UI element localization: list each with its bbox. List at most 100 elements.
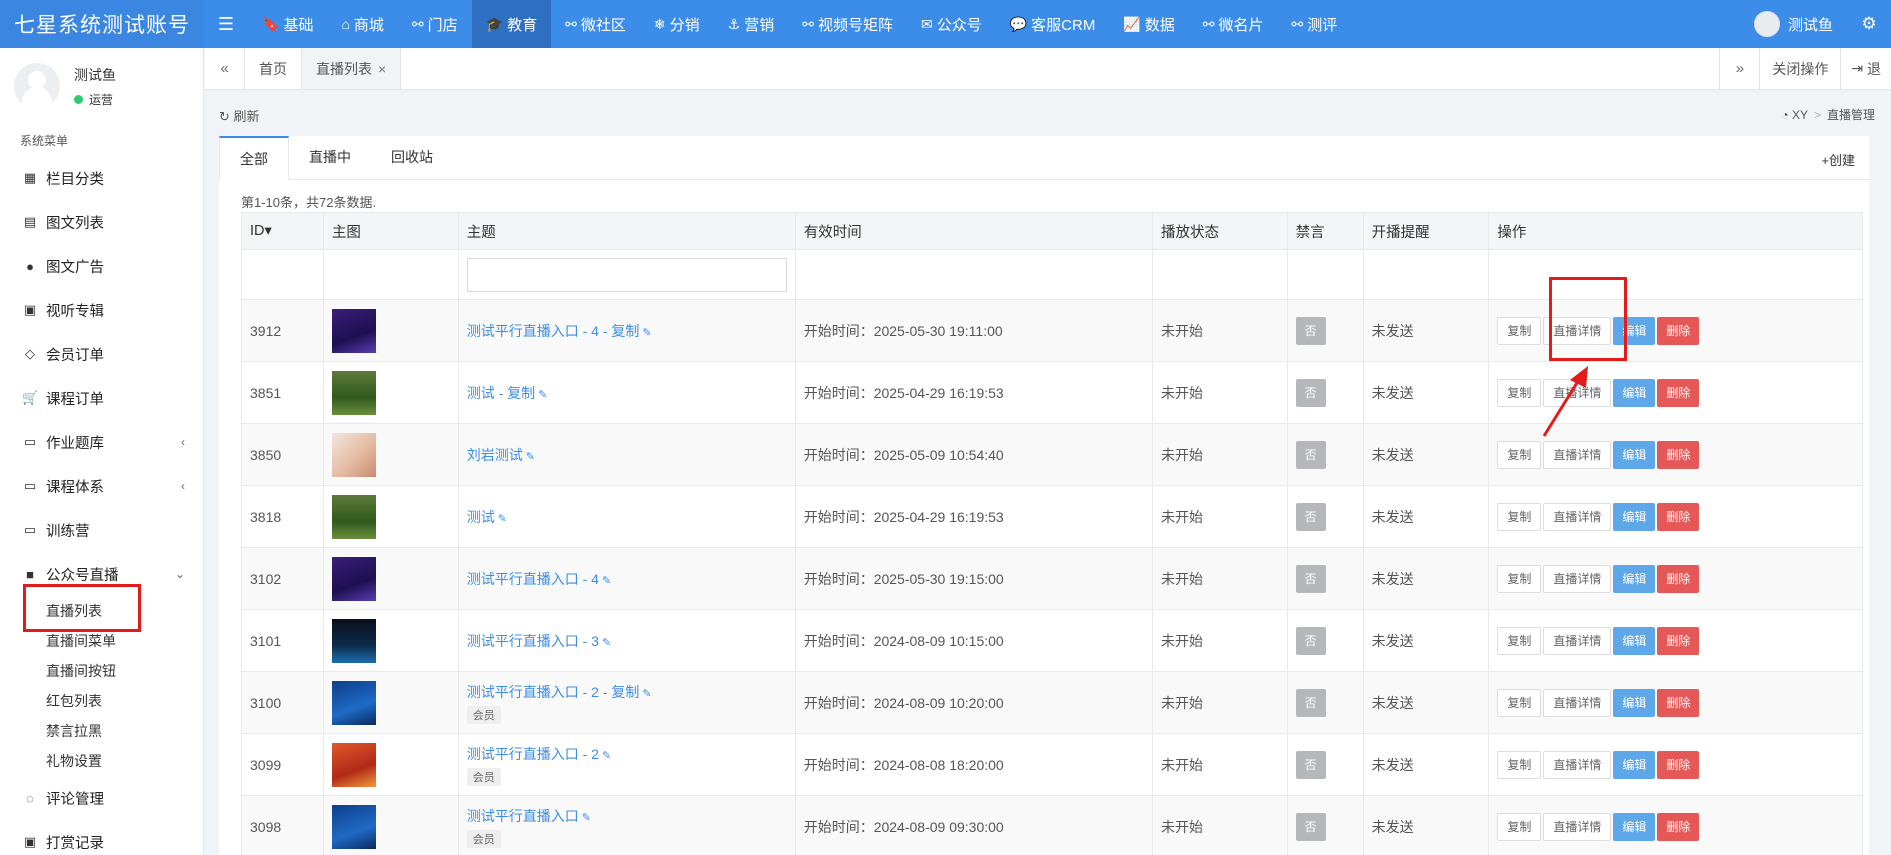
delete-button[interactable]: 删除 [1657, 502, 1700, 531]
row-thumbnail[interactable] [331, 494, 376, 539]
live-detail-button[interactable]: 直播详情 [1543, 626, 1612, 655]
delete-button[interactable]: 删除 [1657, 750, 1700, 779]
submenu-item-2[interactable]: 直播间按钮 [0, 656, 203, 686]
copy-button[interactable]: 复制 [1497, 440, 1542, 469]
delete-button[interactable]: 删除 [1657, 564, 1700, 593]
edit-button[interactable]: 编辑 [1613, 626, 1656, 655]
nav-item-0[interactable]: 🔖 基础 [248, 0, 327, 48]
nav-item-8[interactable]: ✉ 公众号 [907, 0, 996, 48]
tab-live-list[interactable]: 直播列表 × [302, 48, 402, 89]
row-thumbnail[interactable] [331, 804, 376, 849]
edit-button[interactable]: 编辑 [1613, 564, 1656, 593]
delete-button[interactable]: 删除 [1657, 812, 1700, 841]
nav-item-10[interactable]: 📈 数据 [1109, 0, 1188, 48]
edit-icon[interactable]: ✎ [642, 688, 651, 700]
topic-link[interactable]: 刘岩测试 [467, 447, 523, 463]
edit-icon[interactable]: ✎ [642, 327, 651, 339]
edit-button[interactable]: 编辑 [1613, 688, 1656, 717]
col-id[interactable]: ID▾ [241, 212, 324, 250]
topic-link[interactable]: 测试平行直播入口 - 3 [467, 633, 599, 649]
ban-toggle[interactable]: 否 [1295, 564, 1326, 593]
sidebar-item-8[interactable]: ▭ 训练营 [0, 508, 203, 552]
menu-icon[interactable]: ☰ [204, 0, 248, 48]
topic-link[interactable]: 测试 - 复制 [467, 385, 535, 401]
nav-item-11[interactable]: ⚯ 微名片 [1189, 0, 1278, 48]
edit-button[interactable]: 编辑 [1613, 378, 1656, 407]
edit-icon[interactable]: ✎ [538, 389, 547, 401]
row-thumbnail[interactable] [331, 308, 376, 353]
copy-button[interactable]: 复制 [1497, 750, 1542, 779]
topic-link[interactable]: 测试平行直播入口 - 4 [467, 571, 599, 587]
copy-button[interactable]: 复制 [1497, 812, 1542, 841]
edit-button[interactable]: 编辑 [1613, 502, 1656, 531]
tab-live[interactable]: 直播中 [289, 135, 371, 179]
topic-link[interactable]: 测试平行直播入口 [467, 808, 579, 824]
sidebar-item-1[interactable]: ▤ 图文列表 [0, 200, 203, 244]
live-detail-button[interactable]: 直播详情 [1543, 812, 1612, 841]
edit-button[interactable]: 编辑 [1613, 316, 1656, 345]
nav-item-1[interactable]: ⌂ 商城 [327, 0, 397, 48]
gears-icon[interactable]: ⚙ [1847, 14, 1891, 34]
nav-item-6[interactable]: ⚓ 营销 [714, 0, 789, 48]
delete-button[interactable]: 删除 [1657, 440, 1700, 469]
delete-button[interactable]: 删除 [1657, 688, 1700, 717]
sidebar-item-3[interactable]: ▣ 视听专辑 [0, 288, 203, 332]
nav-item-9[interactable]: 💬 客服CRM [996, 0, 1110, 48]
tab-recycle[interactable]: 回收站 [371, 135, 453, 179]
edit-icon[interactable]: ✎ [582, 812, 591, 824]
edit-button[interactable]: 编辑 [1613, 812, 1656, 841]
edit-icon[interactable]: ✎ [602, 750, 611, 762]
sidebar-bottom-item-1[interactable]: ▣ 打赏记录 [0, 820, 203, 855]
nav-item-4[interactable]: ⚯ 微社区 [551, 0, 640, 48]
copy-button[interactable]: 复制 [1497, 378, 1542, 407]
row-thumbnail[interactable] [331, 370, 376, 415]
exit-button[interactable]: ⇥ 退 [1840, 48, 1891, 89]
breadcrumb-root[interactable]: XY [1792, 108, 1808, 122]
edit-button[interactable]: 编辑 [1613, 750, 1656, 779]
nav-item-3[interactable]: 🎓 教育 [471, 0, 552, 48]
ban-toggle[interactable]: 否 [1295, 626, 1326, 655]
sidebar-item-7[interactable]: ▭ 课程体系 ‹ [0, 464, 203, 508]
sidebar-item-4[interactable]: ◇ 会员订单 [0, 332, 203, 376]
submenu-item-0[interactable]: 直播列表 [0, 596, 203, 626]
copy-button[interactable]: 复制 [1497, 688, 1542, 717]
row-thumbnail[interactable] [331, 680, 376, 725]
live-detail-button[interactable]: 直播详情 [1543, 564, 1612, 593]
live-detail-button[interactable]: 直播详情 [1543, 440, 1612, 469]
edit-icon[interactable]: ✎ [602, 575, 611, 587]
ban-toggle[interactable]: 否 [1295, 440, 1326, 469]
live-detail-button[interactable]: 直播详情 [1543, 316, 1612, 345]
close-operations-button[interactable]: 关闭操作 [1759, 48, 1840, 89]
sidebar-item-9[interactable]: ■ 公众号直播 ⌄ [0, 552, 203, 596]
ban-toggle[interactable]: 否 [1295, 378, 1326, 407]
edit-icon[interactable]: ✎ [498, 513, 507, 525]
nav-item-5[interactable]: ❄ 分销 [640, 0, 714, 48]
create-button[interactable]: +创建 [1821, 150, 1855, 169]
nav-item-12[interactable]: ⚯ 测评 [1278, 0, 1352, 48]
copy-button[interactable]: 复制 [1497, 316, 1542, 345]
live-detail-button[interactable]: 直播详情 [1543, 688, 1612, 717]
topic-link[interactable]: 测试平行直播入口 - 4 - 复制 [467, 323, 640, 339]
submenu-item-1[interactable]: 直播间菜单 [0, 626, 203, 656]
topic-link[interactable]: 测试 [467, 509, 495, 525]
sidebar-item-2[interactable]: ● 图文广告 [0, 244, 203, 288]
sidebar-item-0[interactable]: ▦ 栏目分类 [0, 156, 203, 200]
ban-toggle[interactable]: 否 [1295, 750, 1326, 779]
submenu-item-4[interactable]: 禁言拉黑 [0, 716, 203, 746]
delete-button[interactable]: 删除 [1657, 316, 1700, 345]
copy-button[interactable]: 复制 [1497, 626, 1542, 655]
submenu-item-5[interactable]: 礼物设置 [0, 746, 203, 776]
ban-toggle[interactable]: 否 [1295, 316, 1326, 345]
live-detail-button[interactable]: 直播详情 [1543, 502, 1612, 531]
delete-button[interactable]: 删除 [1657, 626, 1700, 655]
live-detail-button[interactable]: 直播详情 [1543, 750, 1612, 779]
tab-all[interactable]: 全部 [219, 136, 289, 180]
delete-button[interactable]: 删除 [1657, 378, 1700, 407]
live-detail-button[interactable]: 直播详情 [1543, 378, 1612, 407]
topic-link[interactable]: 测试平行直播入口 - 2 - 复制 [467, 684, 640, 700]
nav-item-2[interactable]: ⚯ 门店 [398, 0, 472, 48]
copy-button[interactable]: 复制 [1497, 502, 1542, 531]
user-menu[interactable]: 测试鱼 [1740, 11, 1847, 37]
submenu-item-3[interactable]: 红包列表 [0, 686, 203, 716]
edit-button[interactable]: 编辑 [1613, 440, 1656, 469]
